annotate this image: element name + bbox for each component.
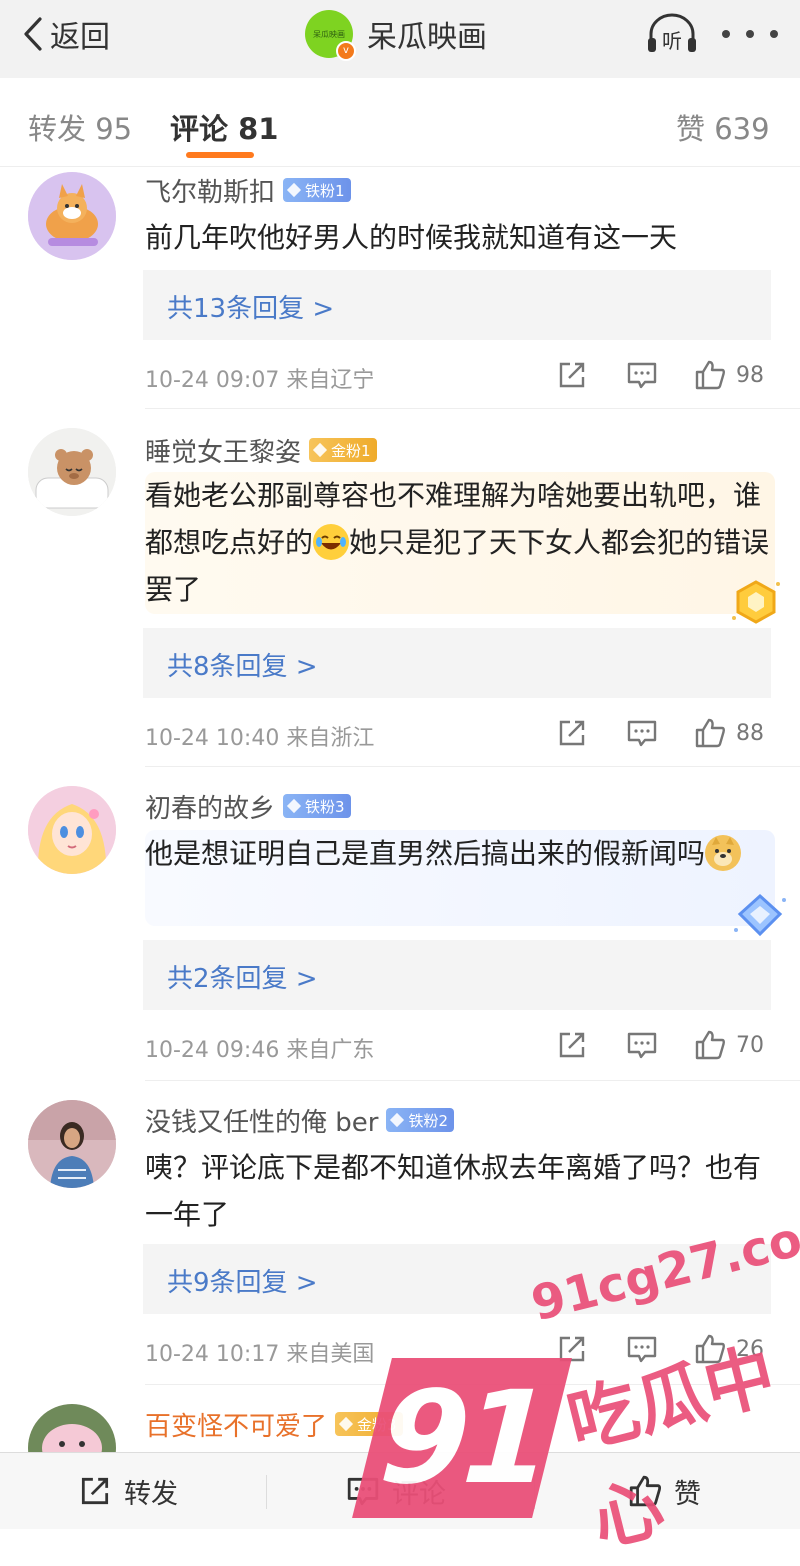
like-button[interactable]: 70: [694, 1028, 764, 1062]
fan-badge[interactable]: 铁粉1: [283, 178, 351, 202]
username[interactable]: 飞尔勒斯扣: [145, 172, 275, 209]
avatar[interactable]: [28, 428, 116, 516]
more-dot-icon: [746, 30, 754, 38]
comment-icon: [627, 1032, 657, 1059]
more-dot-icon: [770, 30, 778, 38]
comment-text: 他是想证明自己是直男然后搞出来的假新闻吗: [145, 830, 775, 926]
verified-icon: v: [336, 41, 356, 61]
replies-label: 共8条回复 >: [167, 652, 318, 682]
avatar[interactable]: [28, 172, 116, 260]
comment-divider: [145, 1080, 800, 1081]
account-name: 呆瓜映画: [367, 20, 487, 55]
tab-bar: 转发 95 评论 81 赞 639: [0, 78, 800, 167]
comment-meta: 10-24 09:07 来自辽宁: [145, 368, 375, 393]
doge-emoji-icon: [705, 835, 742, 871]
account-logo[interactable]: 呆瓜映画 v: [305, 10, 356, 61]
comment-button[interactable]: [626, 358, 658, 392]
like-button[interactable]: 88: [694, 716, 764, 750]
diamond-icon: [286, 182, 302, 198]
bottom-repost-button[interactable]: 转发: [78, 1473, 178, 1510]
tab-comments[interactable]: 评论 81: [170, 106, 278, 148]
top-nav-bar: 返回 呆瓜映画 v 呆瓜映画 听: [0, 0, 800, 78]
username[interactable]: 初春的故乡: [145, 788, 275, 825]
like-count: 70: [736, 1032, 764, 1058]
replies-link[interactable]: 共8条回复 >: [143, 628, 771, 698]
bottom-bar-divider: [266, 1475, 267, 1509]
comment-icon: [627, 720, 657, 747]
fan-badge[interactable]: 铁粉3: [283, 794, 351, 818]
share-icon: [559, 720, 585, 746]
bottom-repost-label: 转发: [124, 1478, 178, 1510]
more-button[interactable]: [722, 14, 778, 54]
badge-label: 金粉1: [331, 441, 371, 460]
comment-meta: 10-24 09:46 来自广东: [145, 1038, 375, 1063]
comment-text-part: 他是想证明自己是直男然后搞出来的假新闻吗: [145, 837, 706, 870]
replies-label: 共2条回复 >: [167, 964, 318, 994]
comment-meta: 10-24 10:17 来自美国: [145, 1342, 375, 1367]
share-icon: [559, 362, 585, 388]
tab-repost[interactable]: 转发 95: [28, 106, 132, 148]
avatar[interactable]: [28, 1100, 116, 1188]
listen-button[interactable]: 听: [645, 12, 699, 56]
anime-girl-avatar-icon: [28, 786, 116, 874]
sleeping-bear-avatar-icon: [28, 428, 116, 516]
share-icon: [81, 1477, 109, 1505]
crown-icon: [338, 1416, 354, 1432]
badge-label: 铁粉1: [305, 181, 345, 200]
account-header[interactable]: 呆瓜映画 v 呆瓜映画: [305, 8, 487, 61]
logo-text: 呆瓜映画: [313, 29, 345, 39]
comment-meta: 10-24 10:40 来自浙江: [145, 726, 375, 751]
chevron-left-icon: [24, 17, 42, 51]
fan-badge[interactable]: 铁粉2: [386, 1108, 455, 1132]
replies-link[interactable]: 共13条回复 >: [143, 270, 771, 340]
thumbs-up-icon: [695, 718, 725, 748]
comment-text: 看她老公那副尊容也不难理解为啥她要出轨吧，谁都想吃点好的 她只是犯了天下女人都会犯…: [145, 472, 775, 614]
badge-label: 铁粉3: [305, 797, 345, 816]
share-button[interactable]: [556, 358, 588, 392]
listen-label: 听: [662, 29, 682, 53]
username[interactable]: 百变怪不可爱了: [145, 1406, 327, 1443]
replies-label: 共9条回复 >: [167, 1268, 318, 1298]
comment-text: 咦？评论底下是都不知道休叔去年离婚了吗？也有一年了: [145, 1151, 762, 1231]
replies-link[interactable]: 共2条回复 >: [143, 940, 771, 1010]
share-button[interactable]: [556, 716, 588, 750]
like-count: 98: [736, 362, 764, 388]
corgi-avatar-icon: [28, 172, 116, 260]
comment-button[interactable]: [626, 1028, 658, 1062]
back-button[interactable]: 返回: [20, 14, 110, 55]
diamond-icon: [286, 798, 302, 814]
person-photo-avatar-icon: [28, 1100, 116, 1188]
share-icon: [559, 1032, 585, 1058]
back-label: 返回: [50, 20, 110, 55]
diamond-icon: [390, 1112, 405, 1128]
thumbs-up-icon: [695, 1030, 725, 1060]
diamond-icon: [312, 442, 328, 458]
more-dot-icon: [722, 30, 730, 38]
tab-likes[interactable]: 赞 639: [676, 106, 770, 148]
share-button[interactable]: [556, 1028, 588, 1062]
comment-text: 前几年吹他好男人的时候我就知道有这一天: [145, 221, 678, 254]
like-button[interactable]: 98: [694, 358, 764, 392]
thumbs-up-icon: [695, 360, 725, 390]
gold-medal-icon: [728, 578, 784, 632]
headphones-icon: 听: [648, 13, 696, 53]
fan-badge[interactable]: 金粉1: [309, 438, 377, 462]
comment-button[interactable]: [626, 716, 658, 750]
comment-divider: [145, 408, 800, 409]
active-tab-indicator: [186, 152, 254, 158]
comment-icon: [627, 362, 657, 389]
like-count: 88: [736, 720, 764, 746]
blue-diamond-medal-icon: [732, 892, 788, 946]
replies-label: 共13条回复 >: [167, 294, 335, 324]
comment-divider: [145, 766, 800, 767]
badge-label: 铁粉2: [408, 1111, 449, 1130]
username[interactable]: 没钱又任性的俺 ber: [145, 1102, 378, 1139]
username[interactable]: 睡觉女王黎姿: [145, 432, 301, 469]
avatar[interactable]: [28, 786, 116, 874]
laugh-cry-emoji-icon: [313, 524, 350, 560]
